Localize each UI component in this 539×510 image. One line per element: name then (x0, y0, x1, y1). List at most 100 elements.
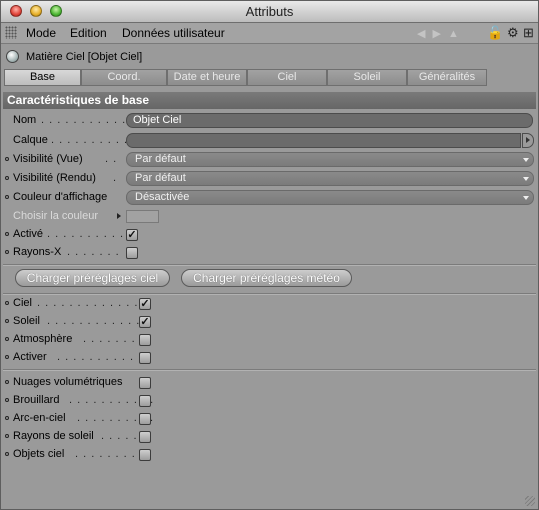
tab-coord[interactable]: Coord. (81, 69, 167, 86)
resize-grip-icon[interactable] (525, 496, 535, 506)
tab-soleil[interactable]: Soleil (327, 69, 407, 86)
couleur-value: Désactivée (135, 191, 190, 203)
menu-user-data[interactable]: Données utilisateur (122, 26, 225, 40)
rayons-x-checkbox[interactable] (126, 247, 138, 259)
choisir-couleur-label: Choisir la couleur (13, 210, 98, 222)
visibilite-rendu-dropdown[interactable]: Par défaut (126, 171, 534, 186)
calque-field[interactable] (126, 133, 521, 148)
brouillard-checkbox[interactable] (139, 395, 151, 407)
row-ciel: Ciel . . . . . . . . . . . . . . ✓ (1, 295, 538, 313)
row-choisir-couleur: Choisir la couleur (1, 208, 538, 226)
animation-dot-icon[interactable] (5, 355, 9, 359)
visibilite-rendu-value: Par défaut (135, 172, 186, 184)
tab-date-heure[interactable]: Date et heure (167, 69, 247, 86)
color-swatch[interactable] (126, 210, 159, 223)
animation-dot-icon[interactable] (5, 452, 9, 456)
leader-dots: . . . . . . . . . . . . . (47, 315, 149, 327)
row-arc-en-ciel: Arc-en-ciel . . . . . . . . . . (1, 410, 538, 428)
row-visibilite-rendu: Visibilité (Rendu) . Par défaut (1, 170, 538, 188)
window-title: Attributs (245, 4, 294, 19)
attributes-window: Attributs Mode Edition Données utilisate… (0, 0, 539, 510)
row-visibilite-vue: Visibilité (Vue) . . Par défaut (1, 151, 538, 169)
active-label: Activé (13, 228, 43, 240)
atmosphere-checkbox[interactable] (139, 334, 151, 346)
activer-checkbox[interactable] (139, 352, 151, 364)
animation-dot-icon[interactable] (5, 434, 9, 438)
couleur-label: Couleur d'affichage (13, 191, 108, 203)
atmosphere-label: Atmosphère (13, 333, 73, 345)
tab-base[interactable]: Base (4, 69, 81, 86)
chevron-down-icon (523, 196, 529, 200)
divider (3, 369, 536, 371)
row-rayons-x: Rayons-X . . . . . . . (1, 244, 538, 262)
visibilite-vue-label: Visibilité (Vue) (13, 153, 83, 165)
add-panel-icon[interactable]: ⊞ (523, 25, 534, 41)
row-nuages-volumetriques: Nuages volumétriques (1, 374, 538, 392)
rayons-soleil-checkbox[interactable] (139, 431, 151, 443)
calque-arrow-button[interactable] (522, 133, 534, 148)
animation-dot-icon[interactable] (5, 398, 9, 402)
title-bar[interactable]: Attributs (1, 1, 538, 23)
leader-dots: . (113, 172, 118, 184)
couleur-dropdown[interactable]: Désactivée (126, 190, 534, 205)
row-brouillard: Brouillard . . . . . . . . . . . (1, 392, 538, 410)
chevron-down-icon (523, 177, 529, 181)
expand-arrow-icon[interactable] (117, 213, 121, 219)
divider (3, 264, 536, 266)
object-label: Matière Ciel [Objet Ciel] (26, 51, 143, 63)
nav-arrows-icon[interactable]: ◀ ▶ ▲ (417, 27, 461, 40)
rayons-x-label: Rayons-X (13, 246, 62, 258)
animation-dot-icon[interactable] (5, 337, 9, 341)
animation-dot-icon[interactable] (5, 380, 9, 384)
visibilite-rendu-label: Visibilité (Rendu) (13, 172, 96, 184)
animation-dot-icon[interactable] (5, 195, 9, 199)
load-sky-presets-button[interactable]: Charger préréglages ciel (15, 269, 170, 287)
leader-dots: . . . . . (101, 430, 138, 442)
nom-label: Nom (13, 114, 37, 126)
leader-dots: . . . . . . . (67, 246, 120, 258)
animation-dot-icon[interactable] (5, 416, 9, 420)
animation-dot-icon[interactable] (5, 157, 9, 161)
ciel-checkbox[interactable]: ✓ (139, 298, 151, 310)
row-nom: Nom . . . . . . . . . . . . . Objet Ciel (1, 112, 538, 130)
arc-en-ciel-label: Arc-en-ciel (13, 412, 66, 424)
animation-dot-icon[interactable] (5, 301, 9, 305)
menu-edition[interactable]: Edition (70, 26, 107, 40)
menu-mode[interactable]: Mode (26, 26, 56, 40)
section-title: Caractéristiques de base (7, 93, 150, 107)
nuages-label: Nuages volumétriques (13, 376, 123, 388)
tab-ciel[interactable]: Ciel (247, 69, 327, 86)
nuages-checkbox[interactable] (139, 377, 151, 389)
menu-bar: Mode Edition Données utilisateur ◀ ▶ ▲ 🔓… (1, 23, 538, 44)
visibilite-vue-dropdown[interactable]: Par défaut (126, 152, 534, 167)
objets-ciel-label: Objets ciel (13, 448, 65, 460)
animation-dot-icon[interactable] (5, 232, 9, 236)
row-active: Activé . . . . . . . . . . ✓ (1, 226, 538, 244)
tab-generalites[interactable]: Généralités (407, 69, 487, 86)
chevron-down-icon (523, 158, 529, 162)
objets-ciel-checkbox[interactable] (139, 449, 151, 461)
active-checkbox[interactable]: ✓ (126, 229, 138, 241)
row-atmosphere: Atmosphère . . . . . . . . . (1, 331, 538, 349)
leader-dots: . . . . . . . . . . . . . . (37, 297, 147, 309)
gear-icon[interactable]: ⚙ (507, 25, 519, 41)
activer-label: Activer (13, 351, 47, 363)
tab-bar: Base Coord. Date et heure Ciel Soleil Gé… (4, 69, 487, 86)
load-weather-presets-button[interactable]: Charger préréglages météo (181, 269, 352, 287)
animation-dot-icon[interactable] (5, 176, 9, 180)
leader-dots: . . (105, 153, 118, 165)
arc-en-ciel-checkbox[interactable] (139, 413, 151, 425)
visibilite-vue-value: Par défaut (135, 153, 186, 165)
leader-dots: . . . . . . . . . . . . (57, 351, 151, 363)
lock-icon[interactable]: 🔓 (487, 25, 503, 41)
grip-handle-icon[interactable] (5, 26, 17, 39)
animation-dot-icon[interactable] (5, 250, 9, 254)
row-rayons-soleil: Rayons de soleil . . . . . (1, 428, 538, 446)
soleil-label: Soleil (13, 315, 40, 327)
nom-field[interactable]: Objet Ciel (126, 113, 533, 128)
soleil-checkbox[interactable]: ✓ (139, 316, 151, 328)
calque-label: Calque (13, 134, 48, 146)
row-activer: Activer . . . . . . . . . . . . (1, 349, 538, 367)
brouillard-label: Brouillard (13, 394, 60, 406)
animation-dot-icon[interactable] (5, 319, 9, 323)
